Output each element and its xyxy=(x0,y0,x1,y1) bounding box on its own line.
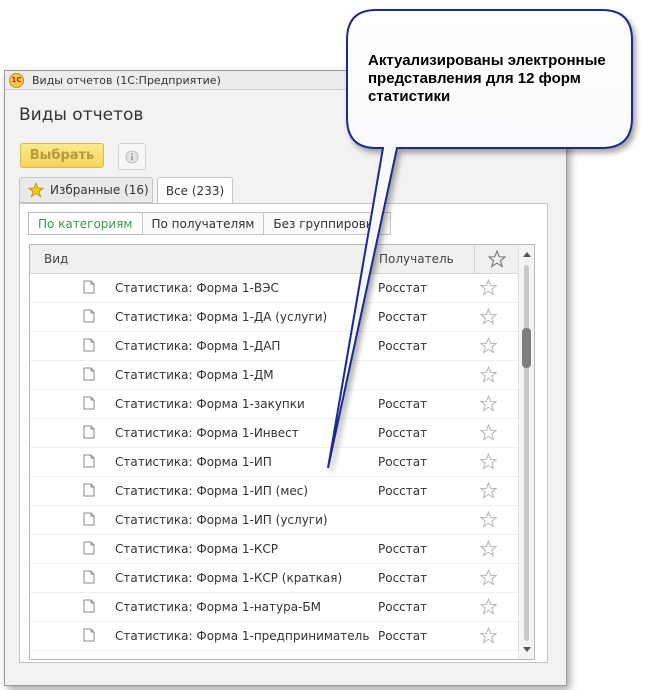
callout-text: Актуализированы электронные представлени… xyxy=(368,52,606,105)
